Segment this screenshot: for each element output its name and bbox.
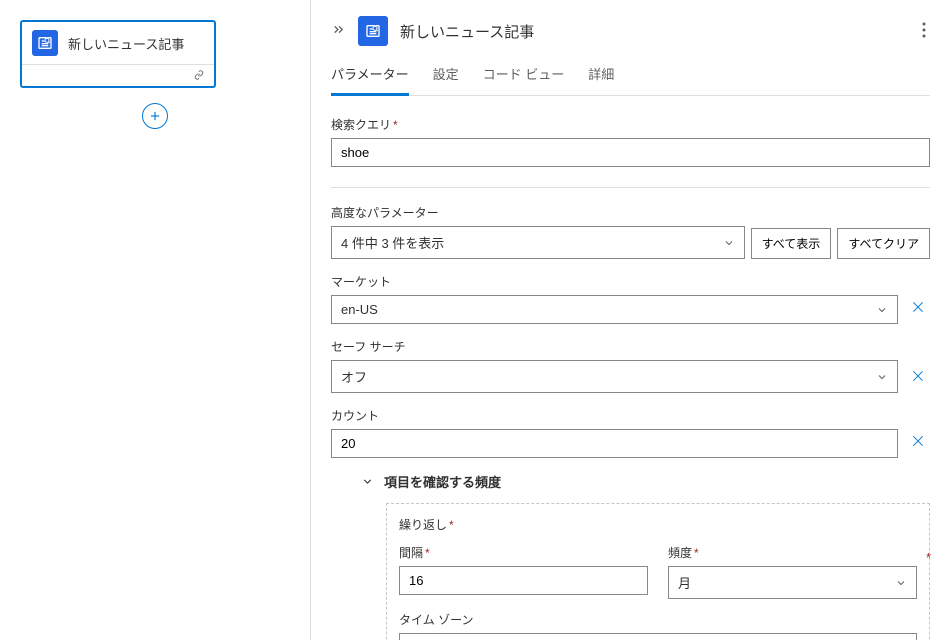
market-label: マーケット: [331, 273, 898, 290]
tab-parameters[interactable]: パラメーター: [331, 64, 409, 96]
frequency-check-header[interactable]: 項目を確認する頻度: [361, 472, 930, 491]
show-all-button[interactable]: すべて表示: [751, 228, 832, 259]
market-value: en-US: [341, 302, 378, 317]
advanced-params-value: 4 件中 3 件を表示: [341, 233, 444, 252]
safesearch-label: セーフ サーチ: [331, 338, 898, 355]
tab-settings[interactable]: 設定: [433, 64, 459, 95]
chevron-down-icon: [361, 475, 374, 488]
panel-title: 新しいニュース記事: [400, 21, 906, 42]
news-icon: [358, 16, 388, 46]
chevron-down-icon: [876, 304, 888, 316]
search-query-input[interactable]: [331, 138, 930, 167]
node-link-row: [22, 64, 214, 86]
divider: [331, 187, 930, 188]
workflow-node-card[interactable]: 新しいニュース記事: [20, 20, 216, 88]
add-step-button[interactable]: [142, 103, 168, 129]
node-title: 新しいニュース記事: [68, 34, 184, 53]
clear-all-button[interactable]: すべてクリア: [837, 228, 930, 259]
timezone-select[interactable]: (UTC-08:00) 太平洋標準時 (米国およびカナダ): [399, 633, 917, 640]
frequency-label: 頻度*: [668, 544, 917, 561]
tab-advanced[interactable]: 詳細: [588, 64, 614, 95]
tab-codeview[interactable]: コード ビュー: [483, 64, 565, 95]
panel-tabs: パラメーター 設定 コード ビュー 詳細: [331, 64, 930, 96]
remove-market-icon[interactable]: [906, 295, 930, 324]
frequency-check-title: 項目を確認する頻度: [384, 472, 501, 491]
frequency-value: 月: [678, 573, 691, 592]
advanced-params-select[interactable]: 4 件中 3 件を表示: [331, 226, 745, 259]
chevron-down-icon: [876, 371, 888, 383]
link-icon: [192, 68, 206, 83]
count-input[interactable]: [331, 429, 898, 458]
advanced-params-label: 高度なパラメーター: [331, 204, 745, 221]
safesearch-select[interactable]: オフ: [331, 360, 898, 393]
news-icon: [32, 30, 58, 56]
more-menu-icon[interactable]: [918, 18, 930, 45]
frequency-select[interactable]: 月: [668, 566, 917, 599]
frequency-check-body: * 繰り返し* 間隔* 頻度* 月 タイム ゾーン: [386, 503, 930, 640]
designer-canvas: 新しいニュース記事: [0, 0, 310, 640]
interval-label: 間隔*: [399, 544, 648, 561]
properties-panel: 新しいニュース記事 パラメーター 設定 コード ビュー 詳細 検索クエリ* 高度…: [310, 0, 950, 640]
repeat-label: 繰り返し*: [399, 516, 917, 533]
search-query-label: 検索クエリ*: [331, 116, 930, 133]
safesearch-value: オフ: [341, 367, 367, 386]
timezone-label: タイム ゾーン: [399, 611, 917, 628]
collapse-panel-icon[interactable]: [331, 22, 346, 40]
chevron-down-icon: [723, 237, 735, 249]
chevron-down-icon: [895, 577, 907, 589]
remove-count-icon[interactable]: [906, 429, 930, 458]
remove-safesearch-icon[interactable]: [906, 364, 930, 393]
count-label: カウント: [331, 407, 898, 424]
interval-input[interactable]: [399, 566, 648, 595]
market-select[interactable]: en-US: [331, 295, 898, 324]
